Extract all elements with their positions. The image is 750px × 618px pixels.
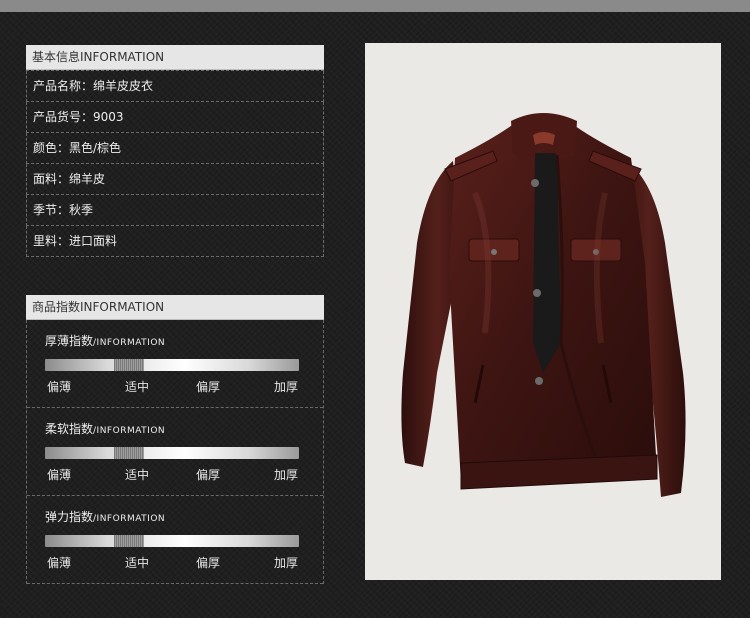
scale-label: 偏薄 <box>47 556 72 570</box>
scale-bar <box>45 359 299 371</box>
elasticity-index: 弹力指数/INFORMATION 偏薄 适中 偏厚 加厚 <box>27 496 323 584</box>
scale-labels: 偏薄 适中 偏厚 加厚 <box>45 554 299 570</box>
index-title: 厚薄指数/INFORMATION <box>45 332 165 349</box>
info-row-color: 颜色：黑色/棕色 <box>26 133 324 164</box>
info-row-item-number: 产品货号：9003 <box>26 102 324 133</box>
index-title-en: /INFORMATION <box>93 338 166 348</box>
product-photo <box>365 43 721 580</box>
scale-label: 适中 <box>125 468 150 482</box>
info-row-lining: 里料：进口面料 <box>26 226 324 257</box>
basic-info-list: 产品名称：绵羊皮皮衣 产品货号：9003 颜色：黑色/棕色 面料：绵羊皮 季节：… <box>26 70 324 257</box>
scale-bar <box>45 447 299 459</box>
scale-marker <box>114 359 144 371</box>
basic-info-header: 基本信息INFORMATION <box>26 45 324 70</box>
info-row-season: 季节：秋季 <box>26 195 324 226</box>
index-title: 弹力指数/INFORMATION <box>45 508 165 525</box>
scale-label: 加厚 <box>274 380 299 394</box>
scale-label: 偏薄 <box>47 380 72 394</box>
index-title-cn: 厚薄指数 <box>45 334 94 348</box>
info-row-fabric: 面料：绵羊皮 <box>26 164 324 195</box>
top-bar <box>0 0 750 12</box>
softness-index: 柔软指数/INFORMATION 偏薄 适中 偏厚 加厚 <box>27 408 323 496</box>
product-index-header: 商品指数INFORMATION <box>26 295 324 320</box>
index-title-en: /INFORMATION <box>93 514 166 524</box>
info-row-product-name: 产品名称：绵羊皮皮衣 <box>26 71 324 102</box>
basic-info-panel: 基本信息INFORMATION 产品名称：绵羊皮皮衣 产品货号：9003 颜色：… <box>26 45 324 257</box>
leather-jacket-image <box>401 113 686 497</box>
scale-labels: 偏薄 适中 偏厚 加厚 <box>45 378 299 394</box>
scale-label: 加厚 <box>274 468 299 482</box>
scale-label: 加厚 <box>274 556 299 570</box>
scale-label: 偏薄 <box>47 468 72 482</box>
index-title-en: /INFORMATION <box>93 426 166 436</box>
product-index-panel: 商品指数INFORMATION 厚薄指数/INFORMATION 偏薄 适中 偏… <box>26 295 324 584</box>
scale-label: 适中 <box>125 380 150 394</box>
index-title-cn: 弹力指数 <box>45 510 94 524</box>
scale-labels: 偏薄 适中 偏厚 加厚 <box>45 466 299 482</box>
scale-label: 偏厚 <box>196 380 221 394</box>
scale-label: 偏厚 <box>196 468 221 482</box>
scale-label: 适中 <box>125 556 150 570</box>
scale-marker <box>114 535 144 547</box>
thickness-index: 厚薄指数/INFORMATION 偏薄 适中 偏厚 加厚 <box>27 320 323 408</box>
index-title-cn: 柔软指数 <box>45 422 94 436</box>
scale-bar <box>45 535 299 547</box>
scale-marker <box>114 447 144 459</box>
index-title: 柔软指数/INFORMATION <box>45 420 165 437</box>
scale-label: 偏厚 <box>196 556 221 570</box>
product-index-list: 厚薄指数/INFORMATION 偏薄 适中 偏厚 加厚 柔软指数/INFORM… <box>26 320 324 584</box>
